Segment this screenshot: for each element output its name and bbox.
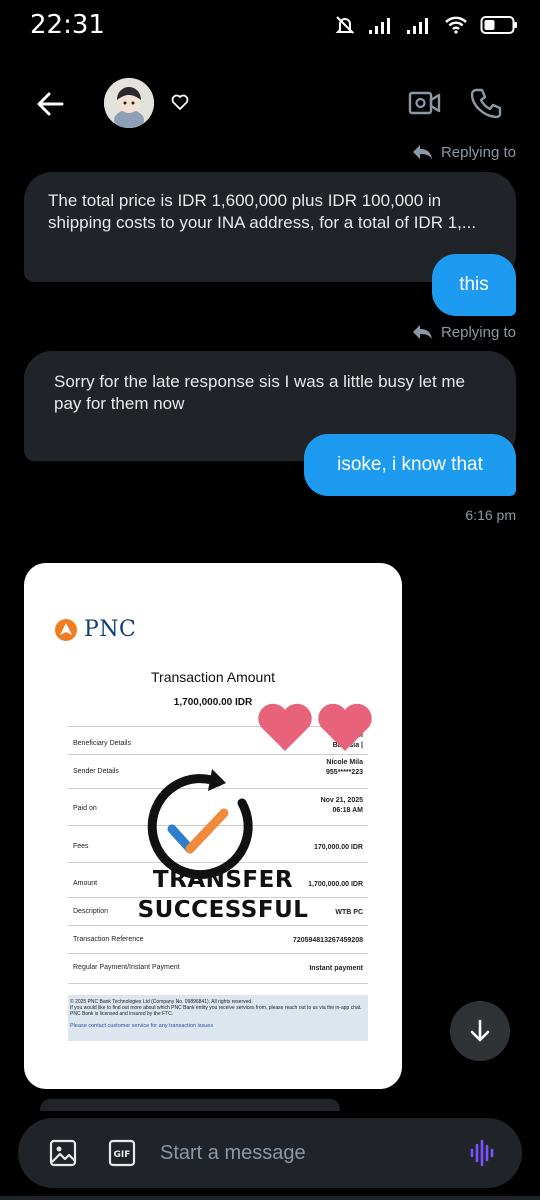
row-label: Description — [73, 908, 109, 915]
replying-to-tag[interactable]: Replying to — [411, 323, 516, 341]
battery-icon — [480, 16, 517, 34]
back-arrow-icon — [37, 92, 64, 116]
wifi-icon — [445, 16, 467, 34]
message-composer: GIF — [18, 1118, 522, 1188]
add-gif-button[interactable]: GIF — [108, 1139, 136, 1167]
row-value: WTB PC — [335, 909, 363, 916]
voice-call-button[interactable] — [468, 86, 502, 120]
gif-label: GIF — [114, 1150, 131, 1160]
add-image-button[interactable] — [48, 1138, 78, 1168]
back-button[interactable] — [32, 86, 72, 122]
row-value: 720594813267459208 — [292, 937, 363, 944]
audio-wave-icon — [470, 1139, 494, 1167]
heart-outline-icon — [171, 94, 189, 110]
status-bar: 22:31 — [0, 0, 540, 52]
pnc-logo: PNC — [54, 617, 136, 642]
receipt-title: Transaction Amount — [151, 669, 275, 685]
phone-icon — [470, 88, 502, 119]
outgoing-message[interactable]: this — [432, 254, 516, 316]
video-camera-icon — [408, 91, 441, 115]
receipt-image[interactable]: PNC Transaction Amount 1,700,000.00 IDR … — [24, 563, 402, 1089]
row-label: Regular Payment/Instant Payment — [73, 964, 180, 971]
status-time: 22:31 — [30, 10, 105, 40]
row-label: Sender Details — [73, 768, 119, 775]
avatar[interactable] — [104, 78, 154, 128]
mute-icon — [335, 16, 355, 34]
next-message-peek — [40, 1099, 340, 1111]
replying-to-label: Replying to — [440, 143, 516, 161]
image-icon — [49, 1139, 77, 1167]
outgoing-message[interactable]: isoke, i know that — [304, 434, 516, 496]
heart-sticker-icon — [258, 703, 312, 751]
stamp-text-line-1: TRANSFER — [152, 867, 294, 893]
signal-icon — [369, 18, 390, 34]
row-label: Amount — [73, 880, 98, 887]
reply-arrow-icon — [412, 145, 432, 159]
status-icons — [334, 14, 518, 36]
row-label: Transaction Reference — [73, 936, 144, 943]
arrow-down-icon — [470, 1019, 490, 1042]
receipt-footer: © 2025 PNC Bank Technologies Ltd (Compan… — [68, 995, 368, 1041]
footer-support-link: Please contact customer service for any … — [70, 1023, 214, 1029]
divider — [68, 953, 368, 954]
row-value: Nov 21, 2025 06:18 AM — [320, 797, 363, 814]
video-call-button[interactable] — [408, 88, 442, 118]
heart-sticker-icon — [318, 703, 372, 751]
reply-arrow-icon — [412, 325, 432, 339]
message-timestamp: 6:16 pm — [465, 507, 516, 523]
row-label: Fees — [73, 843, 89, 850]
voice-message-button[interactable] — [468, 1138, 498, 1168]
outgoing-message-text: isoke, i know that — [337, 454, 483, 475]
bank-name: PNC — [84, 617, 137, 642]
outgoing-message-text: this — [459, 274, 489, 295]
replying-to-tag[interactable]: Replying to — [411, 143, 516, 161]
divider — [68, 925, 368, 926]
row-label: Beneficiary Details — [73, 740, 131, 747]
incoming-message-text: The total price is IDR 1,600,000 plus ID… — [48, 191, 477, 232]
row-value: Instant payment — [309, 965, 363, 972]
footer-license: PNC Bank is licensed and insured by the … — [70, 1011, 174, 1017]
row-label: Paid on — [73, 805, 97, 812]
row-value: 170,000.00 IDR — [313, 844, 363, 851]
gif-icon: GIF — [108, 1139, 136, 1167]
replying-to-label: Replying to — [440, 323, 516, 341]
bottom-edge — [0, 1196, 540, 1200]
message-input[interactable] — [160, 1138, 460, 1168]
pnc-logo-icon — [55, 618, 77, 641]
row-value: Nicole Mila 955*****223 — [326, 759, 363, 776]
divider — [68, 983, 368, 984]
avatar-figure-icon — [104, 78, 154, 128]
signal-icon-2 — [407, 18, 428, 34]
stamp-text-line-2: SUCCESSFUL — [137, 897, 309, 923]
incoming-message-text: Sorry for the late response sis I was a … — [54, 372, 466, 413]
scroll-to-bottom-button[interactable] — [450, 1001, 510, 1061]
conversation-header — [0, 70, 540, 140]
